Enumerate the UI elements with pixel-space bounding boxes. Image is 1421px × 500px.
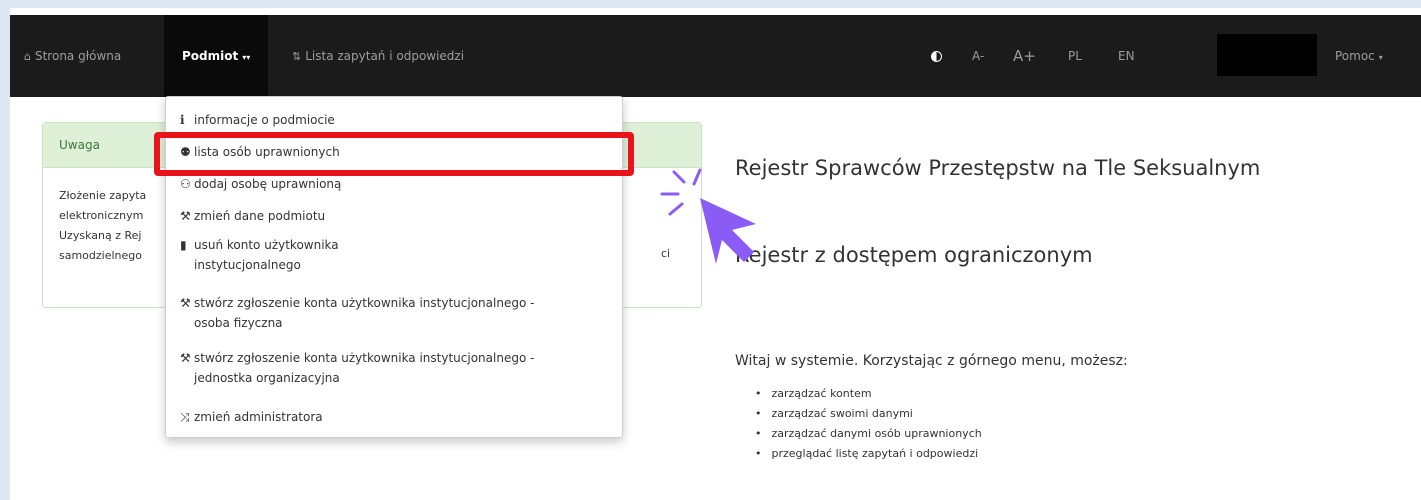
page-title: Rejestr Sprawców Przestępstw na Tle Seks… (735, 156, 1261, 180)
redacted-box (1217, 34, 1317, 76)
nav-podmiot-dropdown[interactable]: Podmiot ▾▾ (164, 15, 269, 97)
lang-pl-button[interactable]: PL (1068, 15, 1082, 97)
gavel-icon: ⚒ (180, 351, 191, 365)
contrast-icon[interactable] (931, 51, 942, 62)
menu-item-zmien-dane[interactable]: ⚒ zmień dane podmiotu (180, 206, 325, 226)
chevron-down-icon: ▾▾ (242, 53, 251, 62)
menu-item-label: zmień dane podmiotu (194, 209, 326, 223)
menu-item-zgloszenie-jednostka[interactable]: ⚒ stwórz zgłoszenie konta użytkownika ins… (180, 348, 534, 388)
highlight-box (154, 132, 634, 176)
sort-icon: ⇅ (292, 50, 302, 63)
home-icon: ⌂ (24, 50, 31, 63)
gavel-icon: ⚒ (180, 209, 191, 223)
gavel-icon: ⚒ (180, 296, 191, 310)
page-subtitle: Rejestr z dostępem ograniczonym (735, 243, 1093, 267)
chevron-down-icon: ▾ (1378, 53, 1383, 62)
list-item: zarządzać swoimi danymi (755, 404, 982, 424)
menu-item-label-line2: jednostka organizacyjna (194, 371, 340, 385)
nav-home-label: Strona główna (34, 49, 122, 63)
top-navbar: ⌂ Strona główna Podmiot ▾▾ ⇅ Lista zapytań … (10, 15, 1421, 97)
add-user-icon: ⚇ (180, 177, 191, 191)
feature-list: zarządzać kontem zarządzać swoimi danymi… (755, 384, 982, 464)
menu-item-informacje[interactable]: i informacje o podmiocie (180, 110, 335, 130)
list-item: zarządzać danymi osób uprawnionych (755, 424, 982, 444)
menu-item-label: stwórz zgłoszenie konta użytkownika inst… (194, 296, 535, 310)
menu-item-label-line2: osoba fizyczna (194, 316, 283, 330)
list-item: zarządzać kontem (755, 384, 982, 404)
menu-item-label: zmień administratora (194, 410, 323, 424)
nav-home-link[interactable]: ⌂ Strona główna (24, 15, 121, 97)
help-menu[interactable]: Pomoc ▾ (1335, 15, 1383, 97)
menu-item-label-line2: instytucjonalnego (194, 258, 301, 272)
info-icon: i (180, 113, 185, 127)
menu-item-label: usuń konto użytkownika (194, 238, 339, 252)
lang-en-button[interactable]: EN (1118, 15, 1135, 97)
menu-item-zmien-administratora[interactable]: ⤨ zmień administratora (180, 407, 323, 427)
menu-item-zgloszenie-osoba[interactable]: ⚒ stwórz zgłoszenie konta użytkownika ins… (180, 293, 534, 333)
nav-lista-link[interactable]: ⇅ Lista zapytań i odpowiedzi (292, 15, 464, 97)
menu-item-label: stwórz zgłoszenie konta użytkownika inst… (194, 351, 535, 365)
font-decrease-button[interactable]: A- (972, 15, 984, 97)
shuffle-icon: ⤨ (180, 410, 190, 424)
menu-item-label: informacje o podmiocie (194, 113, 335, 127)
menu-item-label: dodaj osobę uprawnioną (194, 177, 342, 191)
font-increase-button[interactable]: A+ (1013, 15, 1036, 97)
help-label: Pomoc (1335, 49, 1375, 63)
menu-item-usun-konto[interactable]: ▮ usuń konto użytkownika instytucjonalneg… (180, 235, 339, 275)
click-cursor-icon (660, 168, 756, 264)
welcome-text: Witaj w systemie. Korzystając z górnego … (735, 353, 1128, 369)
list-item: przeglądać listę zapytań i odpowiedzi (755, 444, 982, 464)
nav-podmiot-label: Podmiot (182, 49, 239, 63)
menu-item-dodaj-osobe[interactable]: ⚇ dodaj osobę uprawnioną (180, 174, 341, 194)
nav-lista-label: Lista zapytań i odpowiedzi (305, 49, 465, 63)
page-frame: ⌂ Strona główna Podmiot ▾▾ ⇅ Lista zapytań … (10, 8, 1421, 500)
trash-icon: ▮ (180, 238, 187, 252)
